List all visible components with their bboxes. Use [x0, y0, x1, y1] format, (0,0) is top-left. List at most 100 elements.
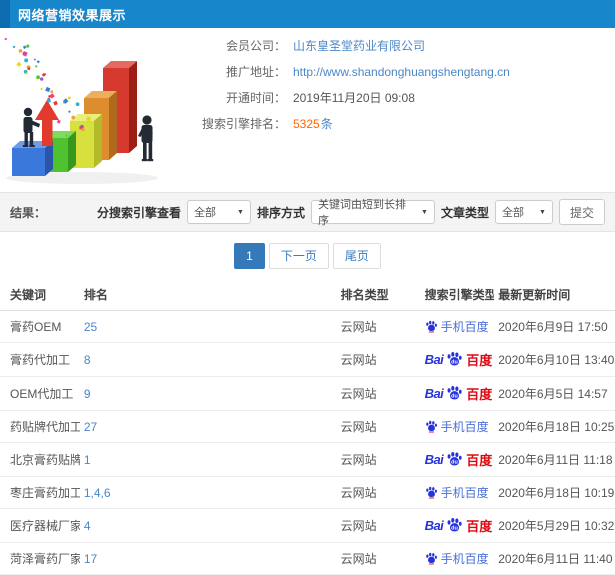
app-header: 网络营销效果展示: [0, 0, 615, 28]
keyword-cell: 药贴牌代加工: [0, 410, 80, 443]
baidu-logo-text-cn: 百度: [466, 353, 493, 368]
baidu-paw-icon: [425, 320, 437, 333]
chevron-down-icon: ▼: [421, 208, 428, 216]
info-row: 会员公司： 山东皇圣堂药业有限公司: [186, 37, 615, 54]
rank-type-cell: 云网站: [336, 542, 421, 575]
rank-link[interactable]: 25: [84, 320, 97, 334]
rank-link[interactable]: 27: [84, 420, 97, 434]
update-time-cell: 2020年6月11日 11:18: [494, 442, 615, 477]
table-row: 药贴牌代加工 27 云网站 手机百度 2020年6月18日 10:25: [0, 410, 615, 443]
baidu-logo-text-cn: 百度: [466, 387, 493, 402]
result-label: 结果：: [10, 205, 47, 220]
baidu-paw-icon: [425, 486, 437, 499]
header-accent-stripe: [0, 0, 10, 28]
info-value-link[interactable]: 山东皇圣堂药业有限公司: [293, 37, 425, 54]
baidu-logo[interactable]: Bai du 百度: [425, 450, 493, 469]
col-rank-type: 排名类型: [336, 280, 421, 311]
engine-type-cell: Bai du 百度: [420, 442, 495, 477]
company-info: 会员公司： 山东皇圣堂药业有限公司 推广地址： http://www.shandong…: [186, 28, 615, 192]
info-value: 2019年11月20日 09:08: [293, 91, 415, 105]
baidu-paw-icon: [425, 420, 437, 433]
mobile-baidu-logo[interactable]: 手机百度: [425, 318, 491, 335]
col-engine-type: 搜索引擎类型: [420, 280, 495, 311]
info-label: 会员公司：: [225, 39, 286, 53]
bar-chart-illustration-svg: [4, 37, 158, 184]
update-time-cell: 2020年6月5日 14:57: [494, 376, 615, 411]
info-label: 开通时间：: [225, 91, 286, 105]
rank-link[interactable]: 4: [84, 519, 91, 533]
keyword-cell: 北京膏药贴牌: [0, 442, 80, 477]
rank-cell: 9: [79, 376, 337, 411]
sort-filter-select[interactable]: 关键词由短到长排序 ▼: [310, 199, 435, 227]
bar-chart-illustration: [0, 28, 186, 188]
chevron-down-icon: ▼: [237, 208, 244, 216]
summary-section: 会员公司： 山东皇圣堂药业有限公司 推广地址： http://www.shandong…: [0, 28, 615, 192]
engine-filter-label: 分搜索引擎查看: [96, 205, 181, 220]
update-time-cell: 2020年6月18日 10:19: [494, 476, 615, 509]
engine-type-cell: 手机百度: [420, 310, 495, 343]
mobile-baidu-logo[interactable]: 手机百度: [425, 418, 491, 435]
rank-link[interactable]: 17: [84, 552, 97, 566]
rank-type-cell: 云网站: [336, 342, 421, 377]
svg-text:du: du: [451, 394, 458, 400]
update-time-cell: 2020年6月10日 13:40: [494, 342, 615, 377]
baidu-logo[interactable]: Bai du 百度: [424, 350, 493, 369]
page-title: 网络营销效果展示: [18, 7, 127, 23]
submit-button[interactable]: 提交: [558, 199, 605, 225]
baidu-logo-text-bai: Bai: [424, 386, 444, 401]
update-time-cell: 2020年6月11日 11:40: [494, 542, 615, 575]
rank-cell: 25: [79, 310, 337, 343]
baidu-logo[interactable]: Bai du 百度: [424, 516, 493, 535]
next-page-button[interactable]: 下一页: [268, 243, 329, 269]
article-type-value: 全部: [501, 207, 524, 219]
col-rank: 排名: [79, 280, 337, 311]
update-time-cell: 2020年6月18日 10:25: [494, 410, 615, 443]
engine-type-cell: 手机百度: [420, 410, 495, 443]
page: 网络营销效果展示 会员公司： 山东皇圣堂药业有限公司 推广地址： http://…: [0, 0, 615, 575]
engine-filter-value: 全部: [193, 207, 216, 219]
svg-text:du: du: [451, 460, 458, 466]
results-table: 关键词 排名 排名类型 搜索引擎类型 最新更新时间 膏药OEM 25 云网站 手机百度 2020…: [0, 280, 615, 575]
rank-cell: 27: [79, 410, 337, 443]
baidu-logo-text-bai: Bai: [424, 518, 444, 533]
baidu-logo[interactable]: Bai du 百度: [424, 384, 493, 403]
article-type-select[interactable]: 全部 ▼: [494, 200, 553, 224]
engine-type-cell: 手机百度: [420, 476, 495, 509]
baidu-paw-icon: du: [447, 452, 462, 466]
rank-link[interactable]: 9: [84, 387, 91, 401]
keyword-cell: 医疗器械厂家: [0, 508, 80, 543]
rank-link[interactable]: 1: [84, 453, 91, 467]
rank-type-cell: 云网站: [336, 410, 421, 443]
rank-link[interactable]: 8: [84, 353, 91, 367]
rank-cell: 1: [79, 442, 337, 477]
rank-type-cell: 云网站: [336, 476, 421, 509]
update-time-cell: 2020年5月29日 10:32: [494, 508, 615, 543]
info-value-link[interactable]: http://www.shandonghuangshengtang.cn: [293, 65, 510, 79]
rank-cell: 17: [79, 542, 337, 575]
baidu-logo-text-bai: Bai: [424, 352, 444, 367]
engine-rank-count-unit: 条: [320, 117, 333, 131]
rank-type-cell: 云网站: [336, 310, 421, 343]
filter-bar: 结果： 分搜索引擎查看 全部 ▼ 排序方式 关键词由短到长排序 ▼ 文章类型 全…: [0, 192, 615, 232]
mobile-baidu-logo[interactable]: 手机百度: [425, 484, 491, 501]
info-row: 开通时间： 2019年11月20日 09:08: [186, 89, 615, 106]
mobile-baidu-logo[interactable]: 手机百度: [425, 550, 491, 567]
rank-type-cell: 云网站: [336, 376, 421, 411]
engine-filter-select[interactable]: 全部 ▼: [186, 200, 251, 224]
keyword-cell: 膏药代加工: [0, 342, 80, 377]
keyword-cell: 膏药OEM: [0, 310, 80, 343]
mobile-baidu-label: 手机百度: [440, 486, 489, 500]
rank-link[interactable]: 1,4,6: [84, 486, 111, 500]
baidu-paw-icon: du: [447, 386, 462, 400]
results-table-header-row: 关键词 排名 排名类型 搜索引擎类型 最新更新时间: [0, 280, 615, 311]
update-time-cell: 2020年6月9日 17:50: [494, 310, 615, 343]
table-row: 医疗器械厂家 4 云网站 Bai du 百度 2020年5月29日 10:32: [0, 508, 615, 543]
table-row: 膏药代加工 8 云网站 Bai du 百度 2020年6月10日 13:40: [0, 342, 615, 377]
sort-filter-label: 排序方式: [256, 205, 305, 220]
keyword-cell: 枣庄膏药加工: [0, 476, 80, 509]
engine-type-cell: Bai du 百度: [420, 342, 495, 377]
page-1-button[interactable]: 1: [234, 243, 265, 269]
info-label: 搜索引擎排名：: [201, 117, 286, 131]
baidu-paw-icon: du: [447, 352, 462, 366]
last-page-button[interactable]: 尾页: [332, 243, 381, 269]
